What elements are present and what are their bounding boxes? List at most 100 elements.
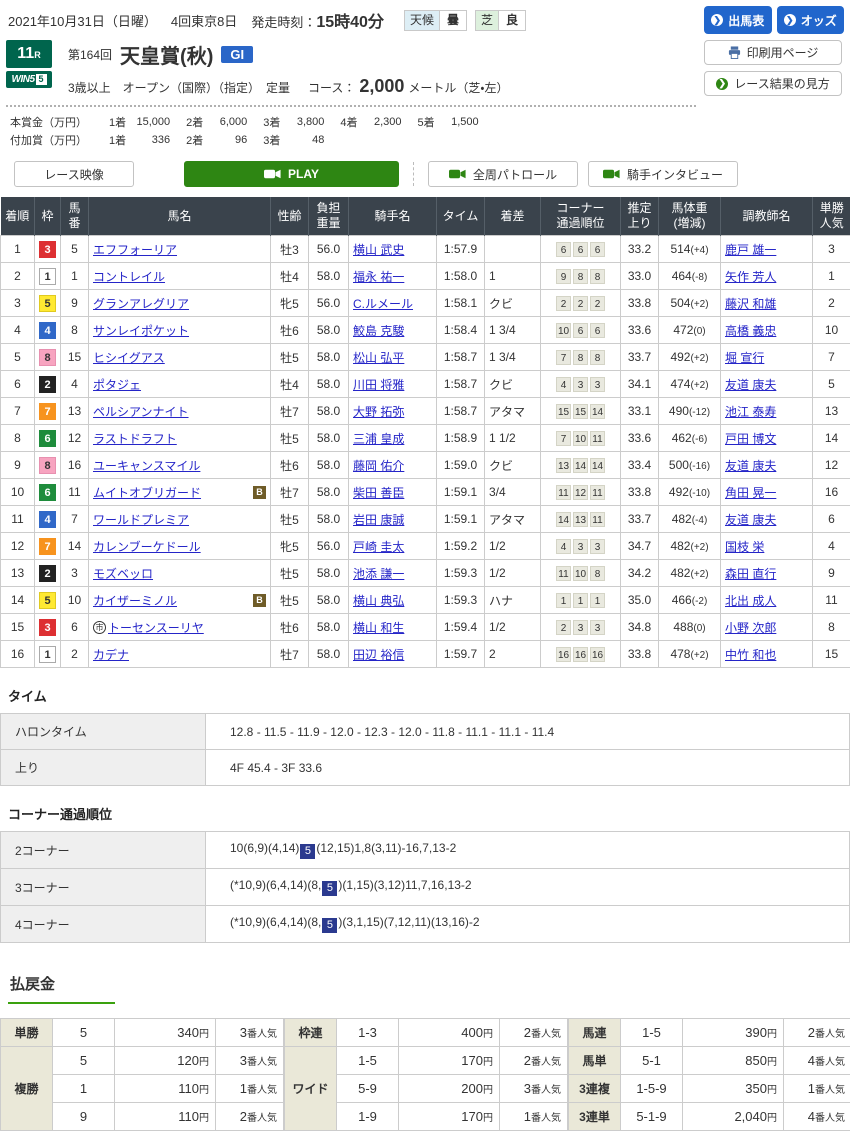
horse-name-link[interactable]: グランアレグリア — [93, 295, 189, 312]
corner-position-box: 13 — [556, 458, 571, 473]
horse-name-link[interactable]: カレンブーケドール — [93, 538, 201, 555]
horse-name-link[interactable]: ユーキャンスマイル — [93, 457, 200, 474]
win-popularity: 2 — [813, 290, 850, 317]
prize-place-label: 5着 — [404, 113, 437, 131]
results-column-header: 馬名 — [89, 197, 271, 236]
horse-number: 1 — [61, 263, 89, 290]
trainer-name-link[interactable]: 藤沢 和雄 — [725, 297, 776, 311]
last-3f-time: 33.2 — [621, 236, 659, 263]
jockey-name-link[interactable]: 横山 典弘 — [353, 594, 404, 608]
trainer-name-link[interactable]: 国枝 栄 — [725, 540, 764, 554]
jockey-cell: 柴田 善臣 — [349, 479, 437, 506]
popularity-suffix: 番人気 — [531, 1057, 561, 1068]
horse-name-link[interactable]: ヒシイグアス — [93, 349, 165, 366]
odds-button[interactable]: ❯オッズ — [777, 6, 845, 34]
horse-name-link[interactable]: カイザーミノル — [93, 592, 177, 609]
result-row: 448サンレイポケット牡658.0鮫島 克駿1:58.41 3/4106633.… — [1, 317, 850, 344]
result-row: 8612ラストドラフト牡558.0三浦 皇成1:58.91 1/27101133… — [1, 425, 850, 452]
corner-positions: 151514 — [541, 398, 621, 425]
corner-position-box: 1 — [556, 593, 571, 608]
result-guide-button[interactable]: ❯ レース結果の見方 — [704, 71, 842, 96]
trainer-cell: 中竹 和也 — [721, 641, 813, 668]
results-header-row: 着順枠馬 番馬名性齢負担 重量騎手名タイム着差コーナー 通過順位推定 上り馬体重… — [1, 197, 850, 236]
payout-amount: 350円 — [683, 1075, 784, 1103]
horse-weight-value: 462 — [672, 431, 692, 445]
jockey-name-link[interactable]: 三浦 皇成 — [353, 432, 404, 446]
trainer-name-link[interactable]: 矢作 芳人 — [725, 270, 776, 284]
jockey-name-link[interactable]: 池添 謙一 — [353, 567, 404, 581]
jockey-name-link[interactable]: 松山 弘平 — [353, 351, 404, 365]
popularity-value: 2 — [240, 1109, 247, 1124]
frame-cell: 8 — [35, 344, 61, 371]
sex-age: 牡6 — [271, 614, 309, 641]
jockey-name-link[interactable]: 横山 和生 — [353, 621, 404, 635]
jockey-name-link[interactable]: 戸崎 圭太 — [353, 540, 404, 554]
jockey-name-link[interactable]: C.ルメール — [353, 297, 413, 311]
trainer-name-link[interactable]: 友道 康夫 — [725, 378, 776, 392]
trainer-name-link[interactable]: 池江 泰寿 — [725, 405, 776, 419]
shutsuba-button[interactable]: ❯出馬表 — [704, 6, 772, 34]
win-popularity: 14 — [813, 425, 850, 452]
horse-name-link[interactable]: ポタジェ — [93, 376, 141, 393]
horse-name-cell: ラストドラフト — [89, 425, 271, 452]
win-popularity: 5 — [813, 371, 850, 398]
jockey-name-link[interactable]: 大野 拓弥 — [353, 405, 404, 419]
last-3f-time: 33.7 — [621, 506, 659, 533]
finish-time: 1:58.9 — [437, 425, 485, 452]
trainer-name-link[interactable]: 高橋 義忠 — [725, 324, 776, 338]
popularity-value: 3 — [524, 1081, 531, 1096]
jockey-name-link[interactable]: 鮫島 克駿 — [353, 324, 404, 338]
jockey-name-link[interactable]: 福永 祐一 — [353, 270, 404, 284]
horse-name-link[interactable]: ムイトオブリガード — [93, 484, 201, 501]
turf-condition-badge: 芝良 — [475, 10, 526, 31]
popularity-value: 2 — [524, 1025, 531, 1040]
corner-positions: 161616 — [541, 641, 621, 668]
jockey-name-link[interactable]: 横山 武史 — [353, 243, 404, 257]
horse-name-link[interactable]: サンレイポケット — [93, 322, 189, 339]
horse-name-link[interactable]: コントレイル — [93, 268, 165, 285]
jockey-interview-button[interactable]: 騎手インタビュー — [588, 161, 738, 187]
jockey-name-link[interactable]: 藤岡 佑介 — [353, 459, 404, 473]
win-popularity: 13 — [813, 398, 850, 425]
frame-cell: 5 — [35, 290, 61, 317]
horse-name-link[interactable]: ペルシアンナイト — [93, 403, 189, 420]
jockey-name-link[interactable]: 柴田 善臣 — [353, 486, 404, 500]
trainer-name-link[interactable]: 鹿戸 雄一 — [725, 243, 776, 257]
finish-time: 1:59.2 — [437, 533, 485, 560]
jockey-name-link[interactable]: 田辺 裕信 — [353, 648, 404, 662]
finish-position: 7 — [1, 398, 35, 425]
horse-name-link[interactable]: トーセンスーリヤ — [108, 619, 204, 636]
trainer-name-link[interactable]: 中竹 和也 — [725, 648, 776, 662]
patrol-video-button[interactable]: 全周パトロール — [428, 161, 578, 187]
horse-weight-diff: (0) — [693, 623, 705, 634]
trainer-name-link[interactable]: 森田 直行 — [725, 567, 776, 581]
margin: ハナ — [485, 587, 541, 614]
trainer-name-link[interactable]: 戸田 博文 — [725, 432, 776, 446]
margin: クビ — [485, 290, 541, 317]
race-video-button[interactable]: レース映像 — [14, 161, 134, 187]
trainer-name-link[interactable]: 北出 成人 — [725, 594, 776, 608]
trainer-name-link[interactable]: 角田 晃一 — [725, 486, 776, 500]
dashed-divider — [413, 162, 414, 186]
trainer-name-link[interactable]: 友道 康夫 — [725, 513, 776, 527]
corner-order-post: )(3,1,15)(7,12,11)(13,16)-2 — [338, 915, 479, 929]
horse-name-link[interactable]: ワールドプレミア — [93, 511, 189, 528]
carried-weight: 58.0 — [309, 452, 349, 479]
carried-weight: 58.0 — [309, 371, 349, 398]
trainer-cell: 角田 晃一 — [721, 479, 813, 506]
last-3f-time: 33.8 — [621, 641, 659, 668]
play-button[interactable]: PLAY — [184, 161, 399, 187]
print-page-button[interactable]: 印刷用ページ — [704, 40, 842, 65]
horse-name-link[interactable]: ラストドラフト — [93, 430, 177, 447]
horse-name-link[interactable]: エフフォーリア — [93, 241, 177, 258]
horse-name-link[interactable]: カデナ — [93, 646, 129, 663]
trainer-name-link[interactable]: 小野 次郎 — [725, 621, 776, 635]
margin: アタマ — [485, 506, 541, 533]
corner-row-label: 4コーナー — [1, 906, 206, 943]
horse-name-link[interactable]: モズベッロ — [93, 565, 153, 582]
trainer-name-link[interactable]: 友道 康夫 — [725, 459, 776, 473]
trainer-name-link[interactable]: 堀 宣行 — [725, 351, 764, 365]
horse-weight-value: 482 — [670, 539, 690, 553]
jockey-name-link[interactable]: 川田 将雅 — [353, 378, 404, 392]
jockey-name-link[interactable]: 岩田 康誠 — [353, 513, 404, 527]
